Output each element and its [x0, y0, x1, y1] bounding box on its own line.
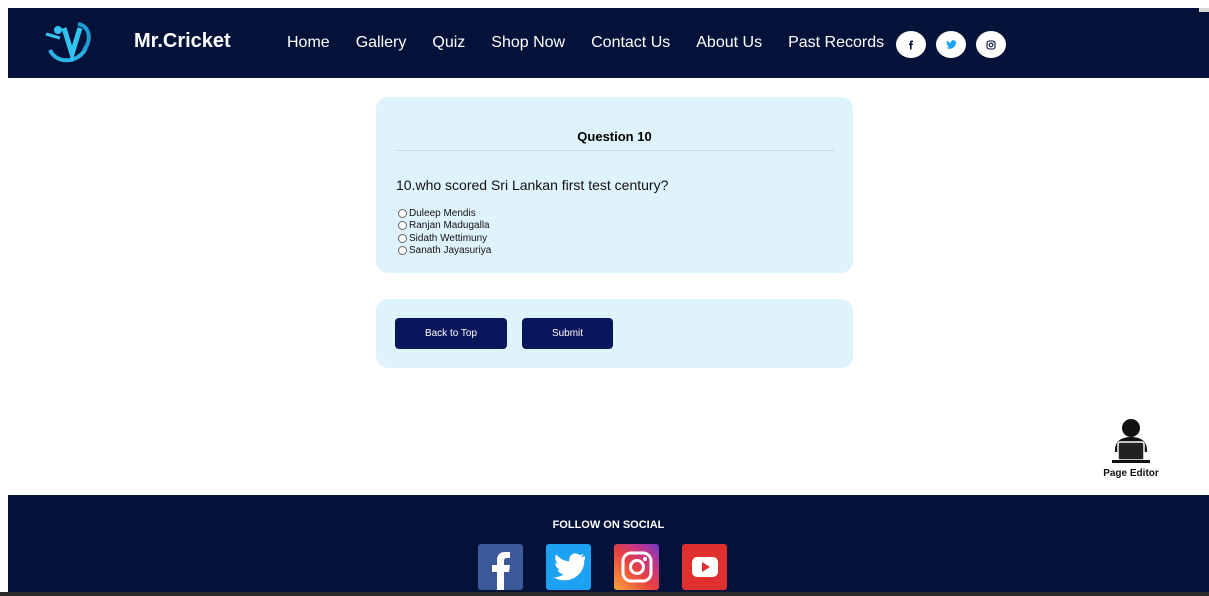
left-edge — [0, 8, 8, 596]
actions-card: Back to Top Submit — [376, 299, 853, 368]
radio-button[interactable] — [398, 246, 407, 256]
option-sidath-wettimuny[interactable]: Sidath Wettimuny — [398, 232, 491, 245]
option-label: Duleep Mendis — [409, 207, 476, 219]
submit-button[interactable]: Submit — [522, 318, 613, 349]
youtube-icon[interactable] — [682, 544, 727, 590]
footer-social-links — [478, 544, 750, 590]
instagram-icon[interactable] — [614, 544, 659, 590]
divider — [396, 150, 834, 151]
option-sanath-jayasuriya[interactable]: Sanath Jayasuriya — [398, 245, 491, 258]
page: Mr.Cricket Home Gallery Quiz Shop Now Co… — [0, 0, 1209, 596]
nav-shop-now[interactable]: Shop Now — [491, 34, 565, 52]
main-nav: Home Gallery Quiz Shop Now Contact Us Ab… — [287, 34, 910, 52]
cricket-logo[interactable] — [42, 20, 96, 66]
option-ranjan-madugalla[interactable]: Ranjan Madugalla — [398, 220, 491, 233]
radio-button[interactable] — [398, 208, 407, 218]
nav-contact-us[interactable]: Contact Us — [591, 34, 670, 52]
nav-quiz[interactable]: Quiz — [432, 34, 465, 52]
radio-button[interactable] — [398, 221, 407, 231]
nav-home[interactable]: Home — [287, 34, 330, 52]
scroll-edge — [1199, 8, 1209, 12]
twitter-icon[interactable] — [936, 31, 966, 58]
facebook-icon[interactable] — [896, 31, 926, 58]
page-editor-link[interactable]: Page Editor — [1096, 416, 1166, 482]
facebook-icon[interactable] — [478, 544, 523, 590]
page-editor-label: Page Editor — [1103, 468, 1159, 479]
site-footer: FOLLOW ON SOCIAL — [8, 495, 1209, 596]
option-label: Sanath Jayasuriya — [409, 245, 492, 257]
question-text: 10.who scored Sri Lankan first test cent… — [396, 177, 669, 193]
nav-about-us[interactable]: About Us — [696, 34, 762, 52]
header-social-links — [896, 31, 1006, 58]
brand-name[interactable]: Mr.Cricket — [134, 30, 231, 53]
question-title: Question 10 — [577, 129, 652, 144]
back-to-top-button[interactable]: Back to Top — [395, 318, 507, 349]
follow-title: FOLLOW ON SOCIAL — [552, 519, 665, 531]
site-header: Mr.Cricket Home Gallery Quiz Shop Now Co… — [8, 8, 1209, 78]
bottom-edge — [0, 592, 1209, 596]
option-duleep-mendis[interactable]: Duleep Mendis — [398, 207, 491, 220]
top-edge — [0, 0, 1209, 8]
nav-gallery[interactable]: Gallery — [356, 34, 407, 52]
instagram-icon[interactable] — [976, 31, 1006, 58]
option-label: Sidath Wettimuny — [409, 232, 488, 244]
nav-past-records[interactable]: Past Records — [788, 34, 884, 52]
editor-person-icon — [1112, 419, 1150, 463]
twitter-icon[interactable] — [546, 544, 591, 590]
question-card: Question 10 10.who scored Sri Lankan fir… — [376, 97, 853, 273]
radio-button[interactable] — [398, 233, 407, 243]
option-label: Ranjan Madugalla — [409, 220, 490, 232]
answer-options: Duleep Mendis Ranjan Madugalla Sidath We… — [398, 207, 491, 257]
